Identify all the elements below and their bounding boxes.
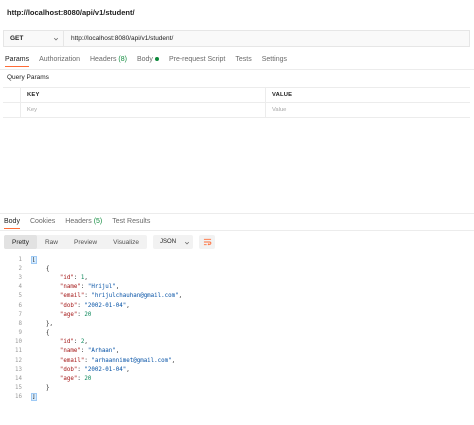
code-line: 1[ [18, 255, 37, 264]
method-select[interactable]: GET [4, 31, 64, 46]
headers-count: (8) [118, 56, 127, 63]
tab-params[interactable]: Params [5, 56, 30, 67]
code-line: 8 }, [18, 320, 53, 327]
key-column-header: KEY [21, 88, 266, 102]
wrap-lines-button[interactable] [199, 235, 216, 249]
code-line: 5 "email": "hrijulchauhan@gmail.com", [18, 293, 183, 300]
response-tabs: Body Cookies Headers (5) Test Results [4, 218, 160, 229]
code-line: 12 "email": "arhaannimet@gmail.com", [15, 357, 176, 364]
view-visualize-button[interactable]: Visualize [105, 235, 147, 249]
code-line: 4 "name": "Hrijul", [18, 284, 120, 291]
divider [0, 213, 474, 214]
code-line: 13 "dob": "2002-01-04", [15, 366, 130, 373]
tab-headers[interactable]: Headers (8) [90, 56, 127, 67]
tab-authorization[interactable]: Authorization [39, 56, 80, 67]
code-line: 2 { [18, 265, 50, 272]
query-params-label: Query Params [7, 74, 49, 81]
query-params-table: KEY VALUE Key Value [3, 87, 470, 118]
view-raw-button[interactable]: Raw [37, 235, 66, 249]
row-handle [3, 88, 21, 102]
params-empty-row: Key Value [3, 103, 470, 118]
divider [0, 69, 474, 70]
view-preview-button[interactable]: Preview [66, 235, 105, 249]
divider [0, 230, 474, 231]
code-line: 14 "age": 20 [15, 376, 92, 383]
url-bar: GET [3, 30, 470, 47]
code-line: 10 "id": 2, [15, 339, 88, 346]
format-label: JSON [160, 239, 177, 245]
params-header-row: KEY VALUE [3, 88, 470, 103]
tab-response-body[interactable]: Body [4, 218, 20, 229]
code-line: 16] [15, 393, 37, 402]
tab-body[interactable]: Body [137, 56, 159, 67]
code-line: 11 "name": "Arhaan", [15, 348, 120, 355]
code-line: 3 "id": 1, [18, 274, 88, 281]
format-select[interactable]: JSON [153, 235, 194, 249]
view-pretty-button[interactable]: Pretty [4, 235, 37, 249]
view-mode-group: Pretty Raw Preview Visualize [4, 235, 148, 249]
tab-settings[interactable]: Settings [262, 56, 287, 67]
response-toolbar: Pretty Raw Preview Visualize JSON [4, 235, 216, 249]
param-key-input[interactable]: Key [21, 103, 266, 117]
code-line: 7 "age": 20 [18, 311, 92, 318]
tab-test-results[interactable]: Test Results [112, 218, 150, 229]
chevron-down-icon [184, 240, 190, 245]
code-line: 9 { [18, 330, 50, 337]
tab-cookies[interactable]: Cookies [30, 218, 55, 229]
request-title: http://localhost:8080/api/v1/student/ [7, 8, 135, 17]
body-indicator-dot [154, 57, 159, 62]
wrap-lines-icon [203, 238, 211, 246]
method-label: GET [10, 35, 24, 42]
tab-response-headers[interactable]: Headers (5) [65, 218, 102, 229]
tab-tests[interactable]: Tests [235, 56, 251, 67]
response-body-editor[interactable]: 1[ 2 { 3 "id": 1, 4 "name": "Hrijul", 5 … [0, 255, 474, 402]
request-tabs: Params Authorization Headers (8) Body Pr… [5, 56, 297, 67]
code-line: 6 "dob": "2002-01-04", [18, 302, 130, 309]
response-headers-count: (5) [93, 218, 103, 225]
row-handle [3, 103, 21, 117]
code-line: 15 } [15, 385, 50, 392]
tab-pre-request-script[interactable]: Pre-request Script [169, 56, 225, 67]
url-input[interactable] [64, 31, 469, 46]
param-value-input[interactable]: Value [266, 103, 470, 117]
chevron-down-icon [53, 36, 59, 41]
value-column-header: VALUE [272, 92, 293, 98]
